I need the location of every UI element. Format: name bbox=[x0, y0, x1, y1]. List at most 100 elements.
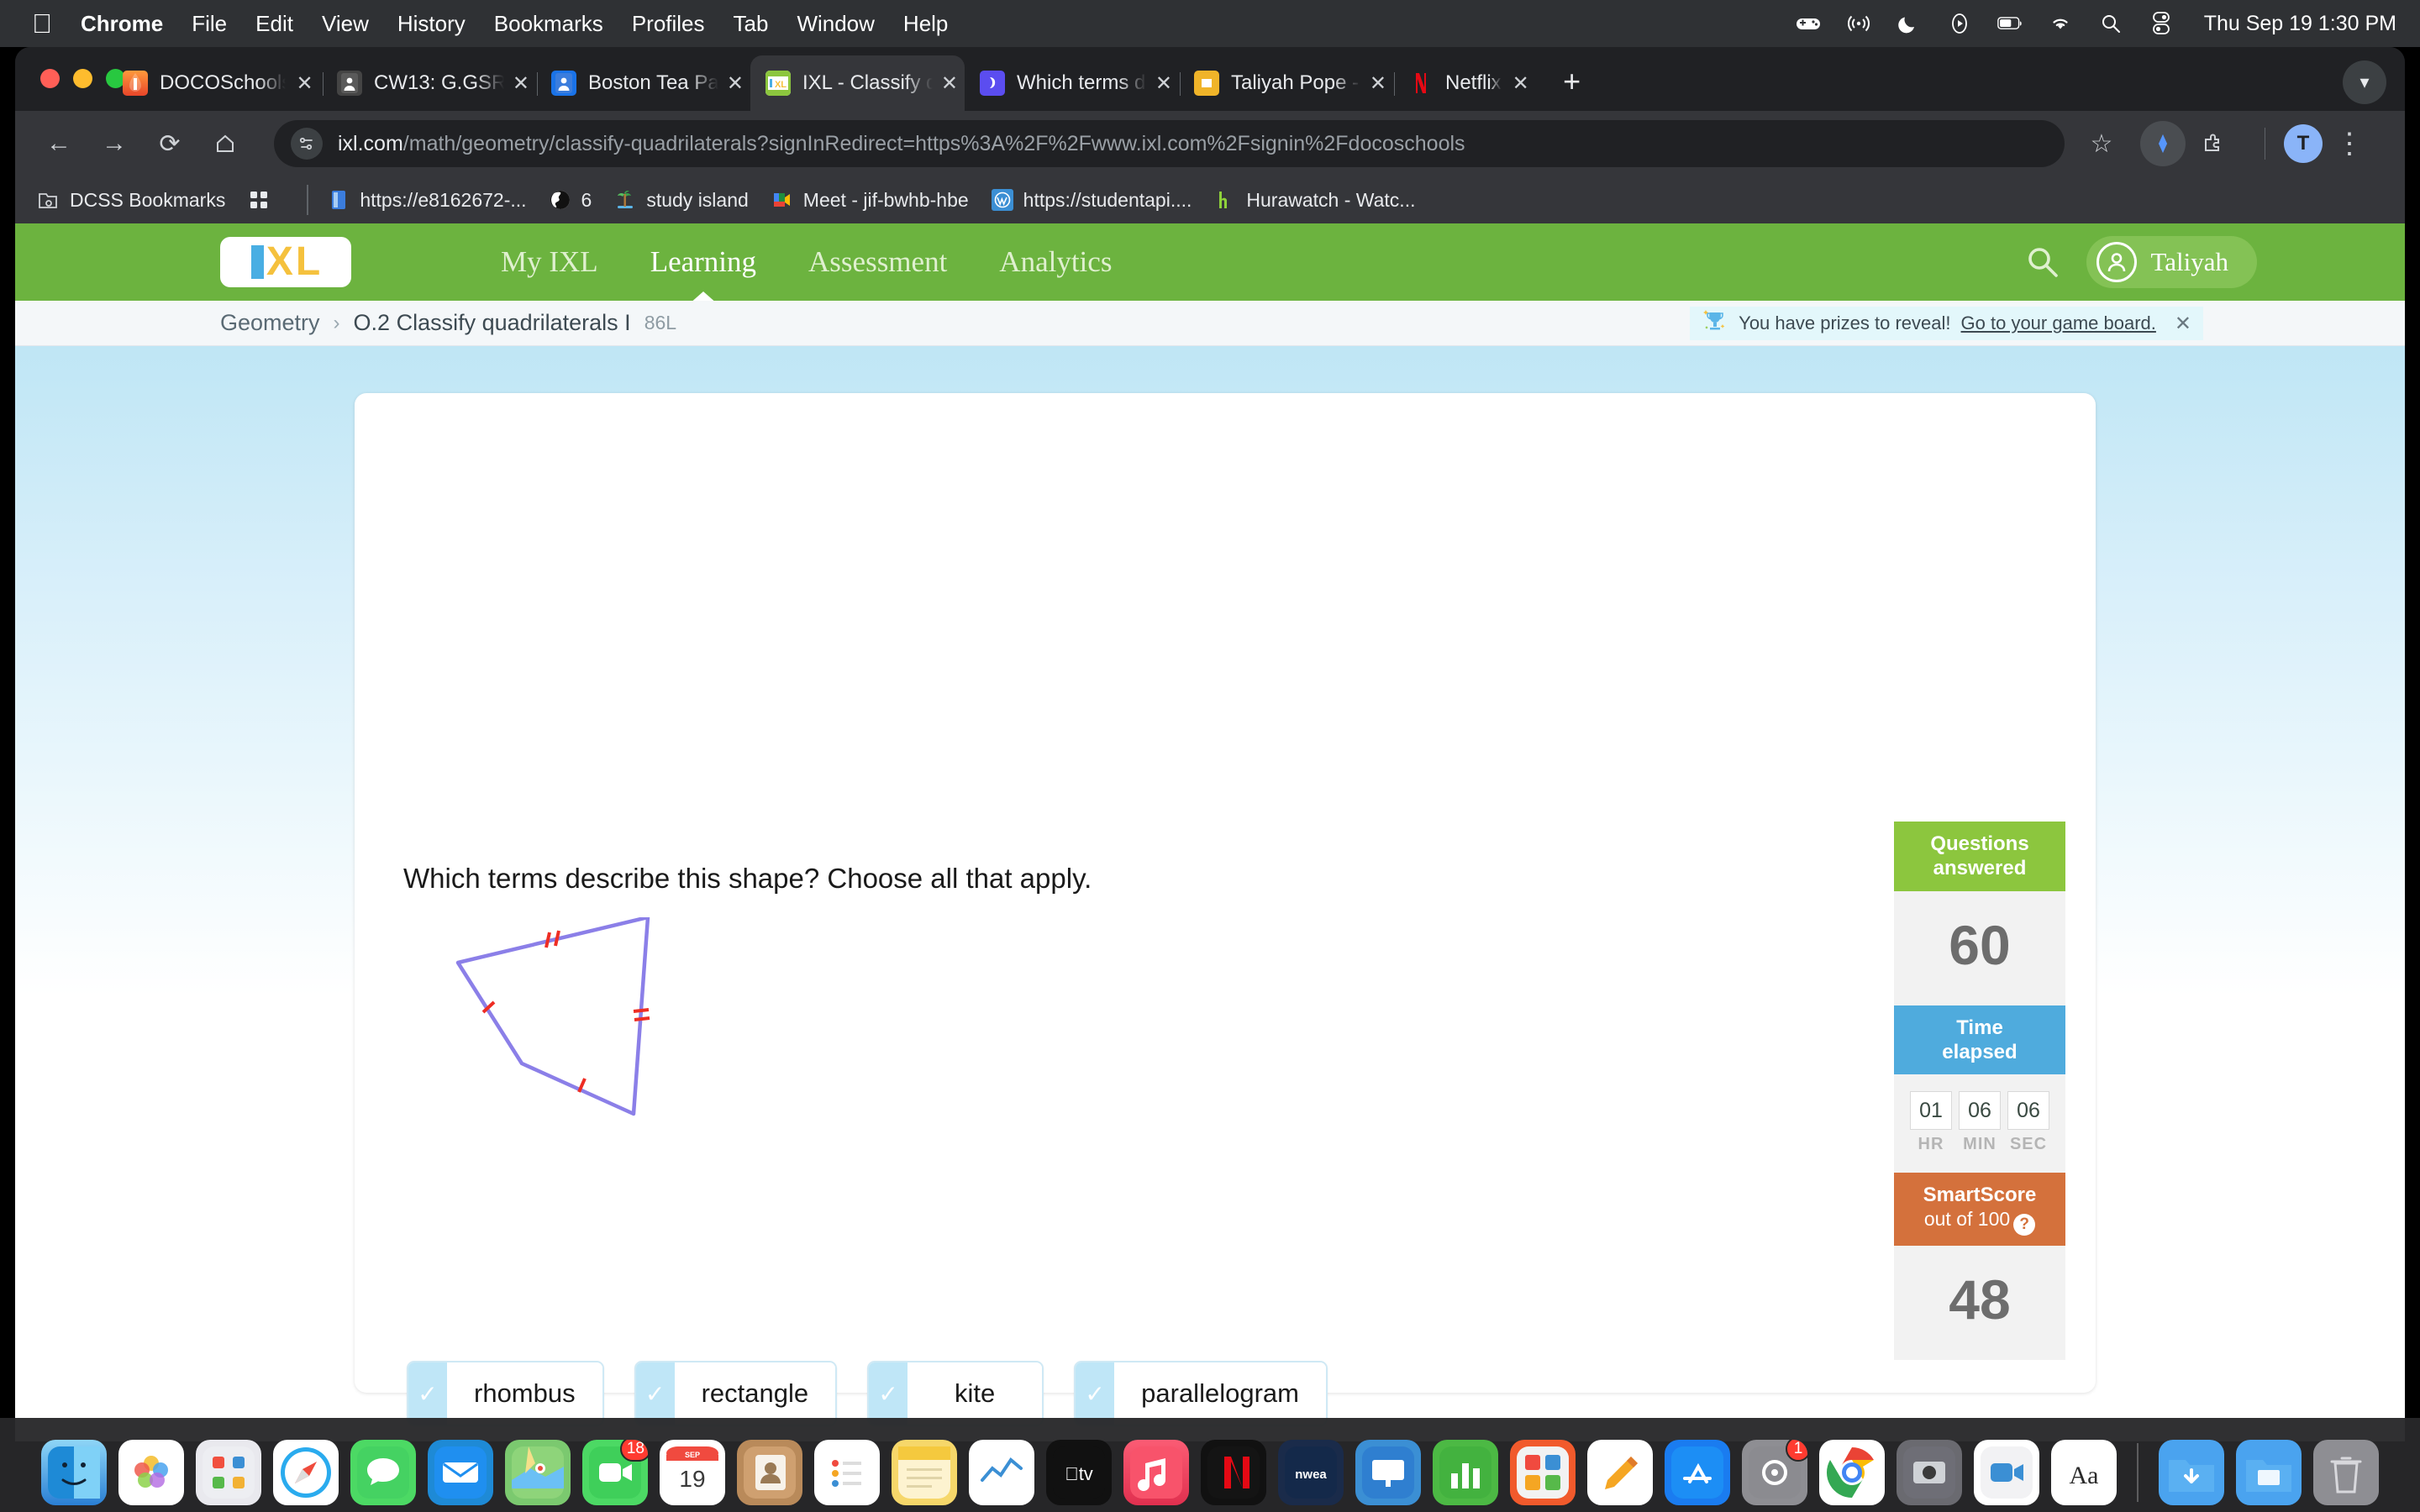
bookmark-study-island[interactable]: study island bbox=[613, 188, 749, 212]
nav-learning[interactable]: Learning bbox=[650, 245, 756, 279]
browser-tab-taliyah-pope[interactable]: Taliyah Pope - [Ten ✕ bbox=[1179, 55, 1395, 111]
calendar-icon[interactable]: SEP 19 bbox=[660, 1440, 725, 1505]
notes-icon[interactable] bbox=[892, 1440, 957, 1505]
safari-icon[interactable] bbox=[273, 1440, 339, 1505]
option-parallelogram[interactable]: ✓ parallelogram bbox=[1074, 1361, 1328, 1426]
zoom-icon[interactable] bbox=[1974, 1440, 2039, 1505]
breadcrumb-subject[interactable]: Geometry bbox=[220, 310, 320, 336]
settings-icon[interactable]: 1 bbox=[1742, 1440, 1807, 1505]
contacts-icon[interactable] bbox=[737, 1440, 802, 1505]
bookmark-apps-grid[interactable] bbox=[247, 188, 280, 212]
browser-tab-which-terms[interactable]: Which terms descr ✕ bbox=[965, 55, 1181, 111]
game-controller-icon[interactable] bbox=[1796, 11, 1821, 36]
moon-icon[interactable] bbox=[1897, 11, 1922, 36]
downloads-folder-icon[interactable] bbox=[2159, 1440, 2224, 1505]
mail-icon[interactable] bbox=[428, 1440, 493, 1505]
stocks-icon[interactable] bbox=[969, 1440, 1034, 1505]
option-rectangle[interactable]: ✓ rectangle bbox=[634, 1361, 838, 1426]
nav-my-ixl[interactable]: My IXL bbox=[501, 245, 598, 279]
menu-help[interactable]: Help bbox=[903, 11, 948, 37]
browser-tab-docoschools[interactable]: DOCOSchools ✕ bbox=[108, 55, 324, 111]
bookmark-meet[interactable]: Meet - jif-bwhb-hbe bbox=[771, 188, 969, 212]
reminders-icon[interactable] bbox=[814, 1440, 880, 1505]
help-icon[interactable]: ? bbox=[2013, 1213, 2036, 1236]
netflix-icon[interactable] bbox=[1201, 1440, 1266, 1505]
wifi-icon[interactable] bbox=[2048, 11, 2073, 36]
bookmark-studentapi[interactable]: https://studentapi.... bbox=[991, 188, 1192, 212]
appstore-icon[interactable] bbox=[1665, 1440, 1730, 1505]
spotlight-search-icon[interactable] bbox=[2098, 11, 2123, 36]
menu-history[interactable]: History bbox=[397, 11, 466, 37]
menu-chrome[interactable]: Chrome bbox=[81, 11, 163, 37]
menu-view[interactable]: View bbox=[322, 11, 369, 37]
browser-tab-netflix[interactable]: Netflix ✕ bbox=[1393, 55, 1539, 111]
launchpad-icon[interactable] bbox=[196, 1440, 261, 1505]
tab-close-icon[interactable]: ✕ bbox=[1370, 71, 1386, 96]
checkbox-rectangle[interactable]: ✓ bbox=[635, 1362, 675, 1425]
tab-close-icon[interactable]: ✕ bbox=[1510, 71, 1532, 96]
bookmark-globe-6[interactable]: 6 bbox=[549, 188, 592, 212]
menu-bookmarks[interactable]: Bookmarks bbox=[494, 11, 603, 37]
browser-tab-ixl[interactable]: XL IXL - Classify quad ✕ bbox=[750, 55, 965, 111]
address-bar[interactable]: ixl.com/math/geometry/classify-quadrilat… bbox=[274, 120, 2065, 167]
tab-close-icon[interactable]: ✕ bbox=[513, 71, 529, 96]
back-button[interactable]: ← bbox=[37, 122, 81, 165]
bookmark-star-icon[interactable]: ☆ bbox=[2080, 122, 2123, 165]
close-window-button[interactable] bbox=[40, 69, 60, 88]
appletv-icon[interactable]: tv bbox=[1046, 1440, 1112, 1505]
nav-analytics[interactable]: Analytics bbox=[999, 245, 1112, 279]
user-menu-button[interactable]: Taliyah bbox=[2086, 236, 2257, 288]
site-settings-icon[interactable] bbox=[291, 128, 323, 160]
menu-bar-clock[interactable]: Thu Sep 19 1:30 PM bbox=[2204, 12, 2396, 36]
extensions-icon[interactable] bbox=[2191, 122, 2234, 165]
apple-menu-icon[interactable]:  bbox=[32, 10, 52, 37]
checkbox-rhombus[interactable]: ✓ bbox=[408, 1362, 447, 1425]
chrome-icon[interactable] bbox=[1819, 1440, 1885, 1505]
bookmark-hurawatch[interactable]: Hurawatch - Watc... bbox=[1213, 188, 1415, 212]
menu-tab[interactable]: Tab bbox=[734, 11, 769, 37]
checkbox-parallelogram[interactable]: ✓ bbox=[1076, 1362, 1115, 1425]
chrome-menu-icon[interactable]: ⋮ bbox=[2328, 122, 2371, 165]
menu-file[interactable]: File bbox=[192, 11, 227, 37]
nav-assessment[interactable]: Assessment bbox=[808, 245, 947, 279]
finder-icon[interactable] bbox=[41, 1440, 107, 1505]
profile-avatar[interactable]: T bbox=[2284, 124, 2323, 163]
browser-tab-cw13[interactable]: CW13: G.GSR.4.2, ✕ bbox=[322, 55, 538, 111]
minimize-window-button[interactable] bbox=[73, 69, 92, 88]
keynote-icon[interactable] bbox=[1355, 1440, 1421, 1505]
tab-close-icon[interactable]: ✕ bbox=[941, 71, 958, 96]
messages-icon[interactable] bbox=[350, 1440, 416, 1505]
battery-icon[interactable] bbox=[1996, 11, 2023, 36]
documents-folder-icon[interactable] bbox=[2236, 1440, 2302, 1505]
screenshot-icon[interactable] bbox=[1897, 1440, 1962, 1505]
option-rhombus[interactable]: ✓ rhombus bbox=[407, 1361, 604, 1426]
reload-button[interactable]: ⟳ bbox=[148, 122, 192, 165]
tab-search-chevron-icon[interactable]: ▾ bbox=[2343, 60, 2386, 104]
maps-icon[interactable] bbox=[505, 1440, 571, 1505]
tab-close-icon[interactable]: ✕ bbox=[294, 71, 315, 96]
slides-icon[interactable] bbox=[1510, 1440, 1576, 1505]
facetime-icon[interactable]: 18 bbox=[582, 1440, 648, 1505]
browser-tab-boston-tea-party[interactable]: Boston Tea Party W ✕ bbox=[536, 55, 750, 111]
ixl-logo[interactable]: X L bbox=[220, 237, 351, 287]
airplay-icon[interactable] bbox=[1846, 11, 1871, 36]
menu-profiles[interactable]: Profiles bbox=[632, 11, 705, 37]
bookmark-dcss-bookmarks[interactable]: DCSS Bookmarks bbox=[37, 188, 225, 212]
game-board-link[interactable]: Go to your game board. bbox=[1961, 312, 2156, 334]
option-kite[interactable]: ✓ kite bbox=[867, 1361, 1044, 1426]
tab-close-icon[interactable]: ✕ bbox=[1155, 71, 1172, 96]
play-circle-icon[interactable] bbox=[1947, 11, 1972, 36]
new-tab-button[interactable]: + bbox=[1554, 64, 1591, 99]
checkbox-kite[interactable]: ✓ bbox=[869, 1362, 908, 1425]
dictionary-icon[interactable]: Aa bbox=[2051, 1440, 2117, 1505]
pencil-app-icon[interactable] bbox=[1587, 1440, 1653, 1505]
forward-button[interactable]: → bbox=[92, 122, 136, 165]
photos-icon[interactable] bbox=[118, 1440, 184, 1505]
control-center-icon[interactable] bbox=[2149, 11, 2174, 36]
bookmark-e8162672[interactable]: https://e8162672-... bbox=[327, 188, 527, 212]
home-button[interactable] bbox=[203, 122, 247, 165]
trash-icon[interactable] bbox=[2313, 1440, 2379, 1505]
gemini-diamond-icon[interactable] bbox=[2140, 121, 2186, 166]
nwea-icon[interactable]: nwea bbox=[1278, 1440, 1344, 1505]
close-icon[interactable]: ✕ bbox=[2175, 312, 2191, 336]
